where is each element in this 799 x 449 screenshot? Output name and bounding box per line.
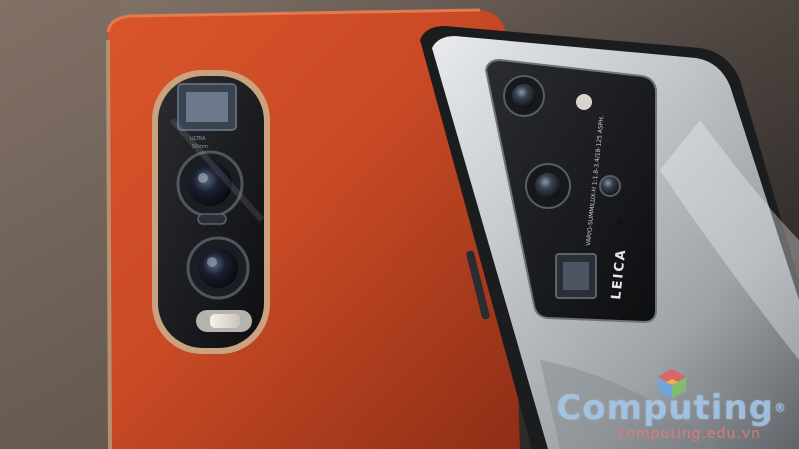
periscope-lens-inner bbox=[186, 92, 228, 122]
main-lens bbox=[188, 162, 232, 206]
leica-sensor bbox=[617, 219, 623, 225]
watermark: Computing® computing.edu.vn bbox=[556, 391, 787, 443]
wide-lens-highlight bbox=[207, 257, 217, 267]
leica-lens-3 bbox=[599, 175, 621, 197]
left-lens-text-2: 50mm bbox=[192, 144, 208, 150]
leica-periscope-inner bbox=[563, 262, 589, 290]
left-lens-text-1: ULTRA bbox=[190, 136, 206, 142]
left-phone-camera-module bbox=[152, 70, 270, 354]
background-wall bbox=[0, 0, 120, 449]
laser-sensor bbox=[197, 213, 227, 225]
main-lens-highlight bbox=[198, 173, 208, 183]
watermark-title-text: Computing bbox=[556, 388, 774, 428]
leica-lens-1 bbox=[512, 84, 536, 108]
watermark-title: Computing® bbox=[556, 391, 787, 425]
leica-lens-2 bbox=[535, 173, 561, 199]
registered-mark: ® bbox=[774, 401, 787, 415]
leica-flash bbox=[576, 94, 592, 110]
wide-lens bbox=[198, 248, 238, 288]
flash-led bbox=[210, 314, 240, 328]
left-phone-side-frame bbox=[106, 39, 112, 449]
photo-scene: VARIO-SUMMILUX-H 1:1.8-3.4/18-125 ASPH. … bbox=[0, 0, 799, 449]
